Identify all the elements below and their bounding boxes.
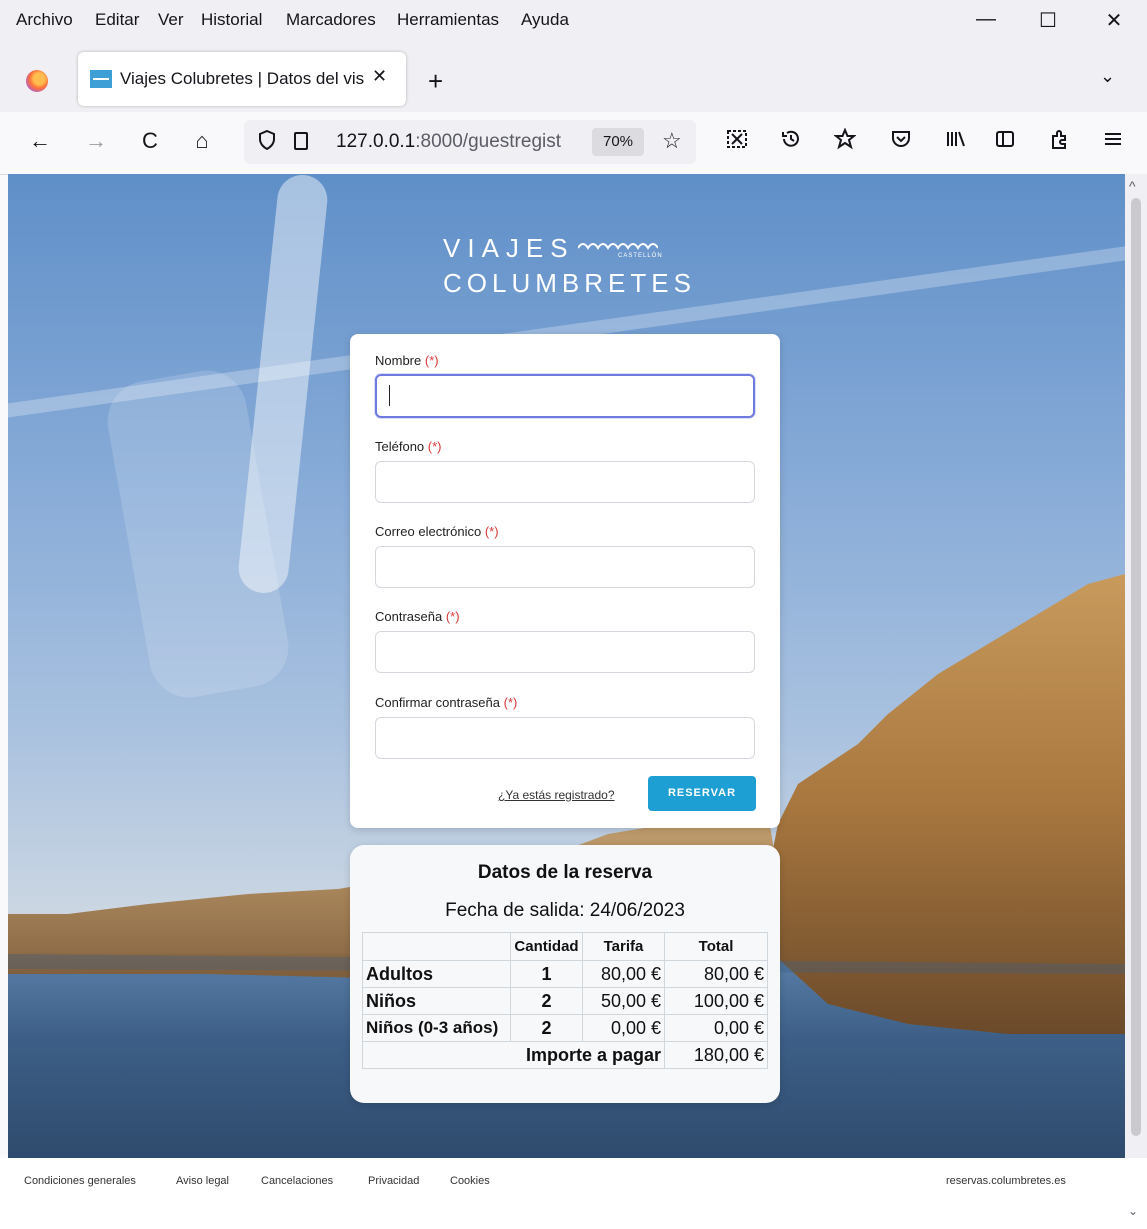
brand-subtitle: CASTELLÓN xyxy=(618,253,663,259)
pocket-icon[interactable] xyxy=(886,128,916,156)
nombre-input[interactable] xyxy=(375,374,755,418)
confirmar-contrasena-label: Confirmar contraseña (*) xyxy=(375,695,518,710)
table-row: Adultos 1 80,00 € 80,00 € xyxy=(362,960,768,988)
row-rate: 50,00 € xyxy=(582,987,665,1015)
minimize-button[interactable]: — xyxy=(966,8,1006,31)
tab-title: Viajes Colubretes | Datos del vis xyxy=(120,69,365,88)
scroll-up-icon[interactable]: ^ xyxy=(1129,178,1136,194)
login-link[interactable]: ¿Ya estás registrado? xyxy=(498,788,615,802)
menu-marcadores[interactable]: Marcadores xyxy=(286,10,376,30)
booking-table: Cantidad Tarifa Total Adultos 1 80,00 € … xyxy=(362,932,768,1069)
table-row: Niños (0-3 años) 2 0,00 € 0,00 € xyxy=(362,1014,768,1042)
footer-link-aviso-legal[interactable]: Aviso legal xyxy=(176,1175,229,1187)
telefono-label: Teléfono (*) xyxy=(375,439,442,454)
grand-total-value: 180,00 € xyxy=(664,1041,768,1069)
table-row: Niños 2 50,00 € 100,00 € xyxy=(362,987,768,1015)
departure-date: Fecha de salida: 24/06/2023 xyxy=(445,900,685,921)
summary-title: Datos de la reserva xyxy=(477,862,653,883)
menu-historial[interactable]: Historial xyxy=(201,10,262,30)
home-button[interactable]: ⌂ xyxy=(186,128,218,154)
table-header-row: Cantidad Tarifa Total xyxy=(362,932,768,961)
brand-line-2: COLUMBRETES xyxy=(443,268,696,298)
row-total: 100,00 € xyxy=(664,987,768,1015)
row-total: 0,00 € xyxy=(664,1014,768,1042)
menu-bar: Archivo Editar Ver Historial Marcadores … xyxy=(0,0,1147,40)
zoom-level-button[interactable]: 70% xyxy=(592,128,644,156)
brand-line-1: VIAJES xyxy=(443,233,575,263)
confirmar-contrasena-input[interactable] xyxy=(375,717,755,759)
history-icon[interactable] xyxy=(776,128,806,156)
table-total-row: Importe a pagar 180,00 € xyxy=(362,1041,768,1069)
row-label: Niños (0-3 años) xyxy=(362,1014,511,1042)
scroll-down-icon[interactable]: ⌄ xyxy=(1128,1204,1138,1218)
menu-ver[interactable]: Ver xyxy=(158,10,184,30)
row-rate: 0,00 € xyxy=(582,1014,665,1042)
table-header: Tarifa xyxy=(582,932,665,961)
correo-label: Correo electrónico (*) xyxy=(375,524,499,539)
close-window-button[interactable]: ✕ xyxy=(1094,8,1134,33)
reload-button[interactable]: C xyxy=(134,128,166,154)
tab-active[interactable]: Viajes Colubretes | Datos del vis ✕ xyxy=(78,52,406,106)
row-label: Niños xyxy=(362,987,511,1015)
footer-domain[interactable]: reservas.columbretes.es xyxy=(946,1175,1066,1187)
row-qty: 2 xyxy=(510,1014,583,1042)
footer-link-cancelaciones[interactable]: Cancelaciones xyxy=(261,1175,333,1187)
menu-ayuda[interactable]: Ayuda xyxy=(521,10,569,30)
table-header xyxy=(362,932,511,961)
reservar-button[interactable]: RESERVAR xyxy=(648,776,756,811)
bookmark-star-icon[interactable]: ☆ xyxy=(662,128,682,154)
footer-link-privacidad[interactable]: Privacidad xyxy=(368,1175,419,1187)
row-total: 80,00 € xyxy=(664,960,768,988)
app-menu-icon[interactable] xyxy=(1098,128,1128,156)
back-button[interactable]: ← xyxy=(24,128,56,154)
page-info-icon[interactable] xyxy=(294,132,308,150)
page-scrollbar[interactable]: ^ xyxy=(1125,174,1147,1158)
list-all-tabs-icon[interactable]: ⌄ xyxy=(1100,66,1115,87)
scrollbar-thumb[interactable] xyxy=(1131,198,1141,1136)
contrasena-label: Contraseña (*) xyxy=(375,609,460,624)
url-text[interactable]: 127.0.0.1:8000/guestregist xyxy=(336,131,584,153)
waves-logo-icon xyxy=(578,243,658,250)
tab-close-icon[interactable]: ✕ xyxy=(372,66,387,87)
nombre-label: Nombre (*) xyxy=(375,353,439,368)
grand-total-label: Importe a pagar xyxy=(362,1041,665,1069)
table-header: Cantidad xyxy=(510,932,583,961)
tracking-protection-icon[interactable] xyxy=(258,129,276,156)
text-cursor xyxy=(389,385,390,406)
table-header: Total xyxy=(664,932,768,961)
screenshot-icon[interactable] xyxy=(722,128,752,156)
row-qty: 2 xyxy=(510,987,583,1015)
telefono-input[interactable] xyxy=(375,461,755,503)
menu-herramientas[interactable]: Herramientas xyxy=(397,10,499,30)
new-tab-button[interactable]: + xyxy=(428,66,443,97)
extensions-icon[interactable] xyxy=(1044,128,1074,156)
row-label: Adultos xyxy=(362,960,511,988)
firefox-icon[interactable] xyxy=(26,70,48,92)
bookmarks-menu-icon[interactable] xyxy=(830,127,860,156)
menu-archivo[interactable]: Archivo xyxy=(16,10,73,30)
footer-link-condiciones[interactable]: Condiciones generales xyxy=(24,1175,136,1187)
row-qty: 1 xyxy=(510,960,583,988)
row-rate: 80,00 € xyxy=(582,960,665,988)
forward-button[interactable]: → xyxy=(80,128,112,154)
address-bar[interactable]: 127.0.0.1:8000/guestregist 70% ☆ xyxy=(244,120,696,164)
correo-input[interactable] xyxy=(375,546,755,588)
site-favicon-icon xyxy=(90,70,112,88)
footer-link-cookies[interactable]: Cookies xyxy=(450,1175,490,1187)
contrasena-input[interactable] xyxy=(375,631,755,673)
menu-editar[interactable]: Editar xyxy=(95,10,139,30)
page-footer xyxy=(0,1158,1147,1229)
sidebar-icon[interactable] xyxy=(990,128,1020,156)
maximize-button[interactable]: ☐ xyxy=(1028,8,1068,33)
library-icon[interactable] xyxy=(940,128,970,156)
